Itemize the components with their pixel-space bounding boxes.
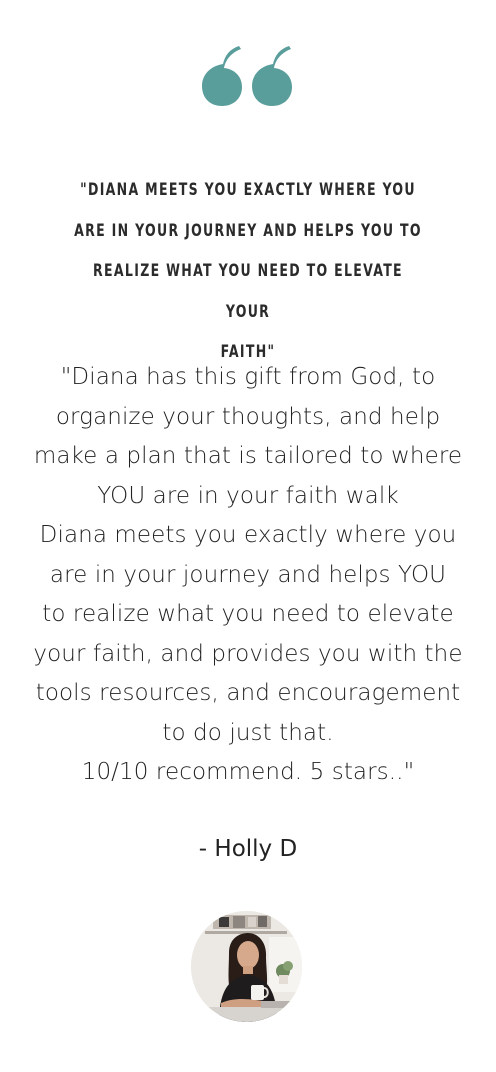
avatar	[191, 911, 302, 1022]
testimonial-headline: "DIANA MEETS YOU EXACTLY WHERE YOU ARE I…	[69, 170, 427, 373]
testimonial-line: "Diana has this gift from God, to	[60, 364, 436, 390]
avatar-photo	[191, 911, 302, 1022]
testimonial-line: to realize what you need to elevate	[42, 601, 454, 627]
testimonial-line: organize your thoughts, and help	[55, 403, 441, 430]
testimonial-line: 10/10 recommend. 5 stars.."	[81, 759, 415, 785]
testimonial-line: to do just that.	[162, 719, 334, 746]
headline-line: REALIZE WHAT YOU NEED TO ELEVATE YOUR	[93, 261, 403, 322]
testimonial-line: tools resources, and encouragement	[35, 680, 461, 706]
testimonial-line: Diana meets you exactly where you	[39, 522, 457, 548]
testimonial-line: YOU are in your faith walk	[97, 482, 399, 509]
headline-line: "DIANA MEETS YOU EXACTLY WHERE YOU	[80, 180, 416, 200]
testimonial-author: - Holly D	[198, 836, 298, 862]
testimonial-line: make a plan that is tailored to where	[33, 443, 463, 469]
testimonial-line: are in your journey and helps YOU	[49, 561, 447, 588]
testimonial-line: your faith, and provides you with the	[33, 640, 463, 667]
testimonial-body: "Diana has this gift from God, to organi…	[16, 358, 480, 793]
double-quote-icon	[202, 46, 292, 106]
headline-line: ARE IN YOUR JOURNEY AND HELPS YOU TO	[74, 220, 422, 241]
